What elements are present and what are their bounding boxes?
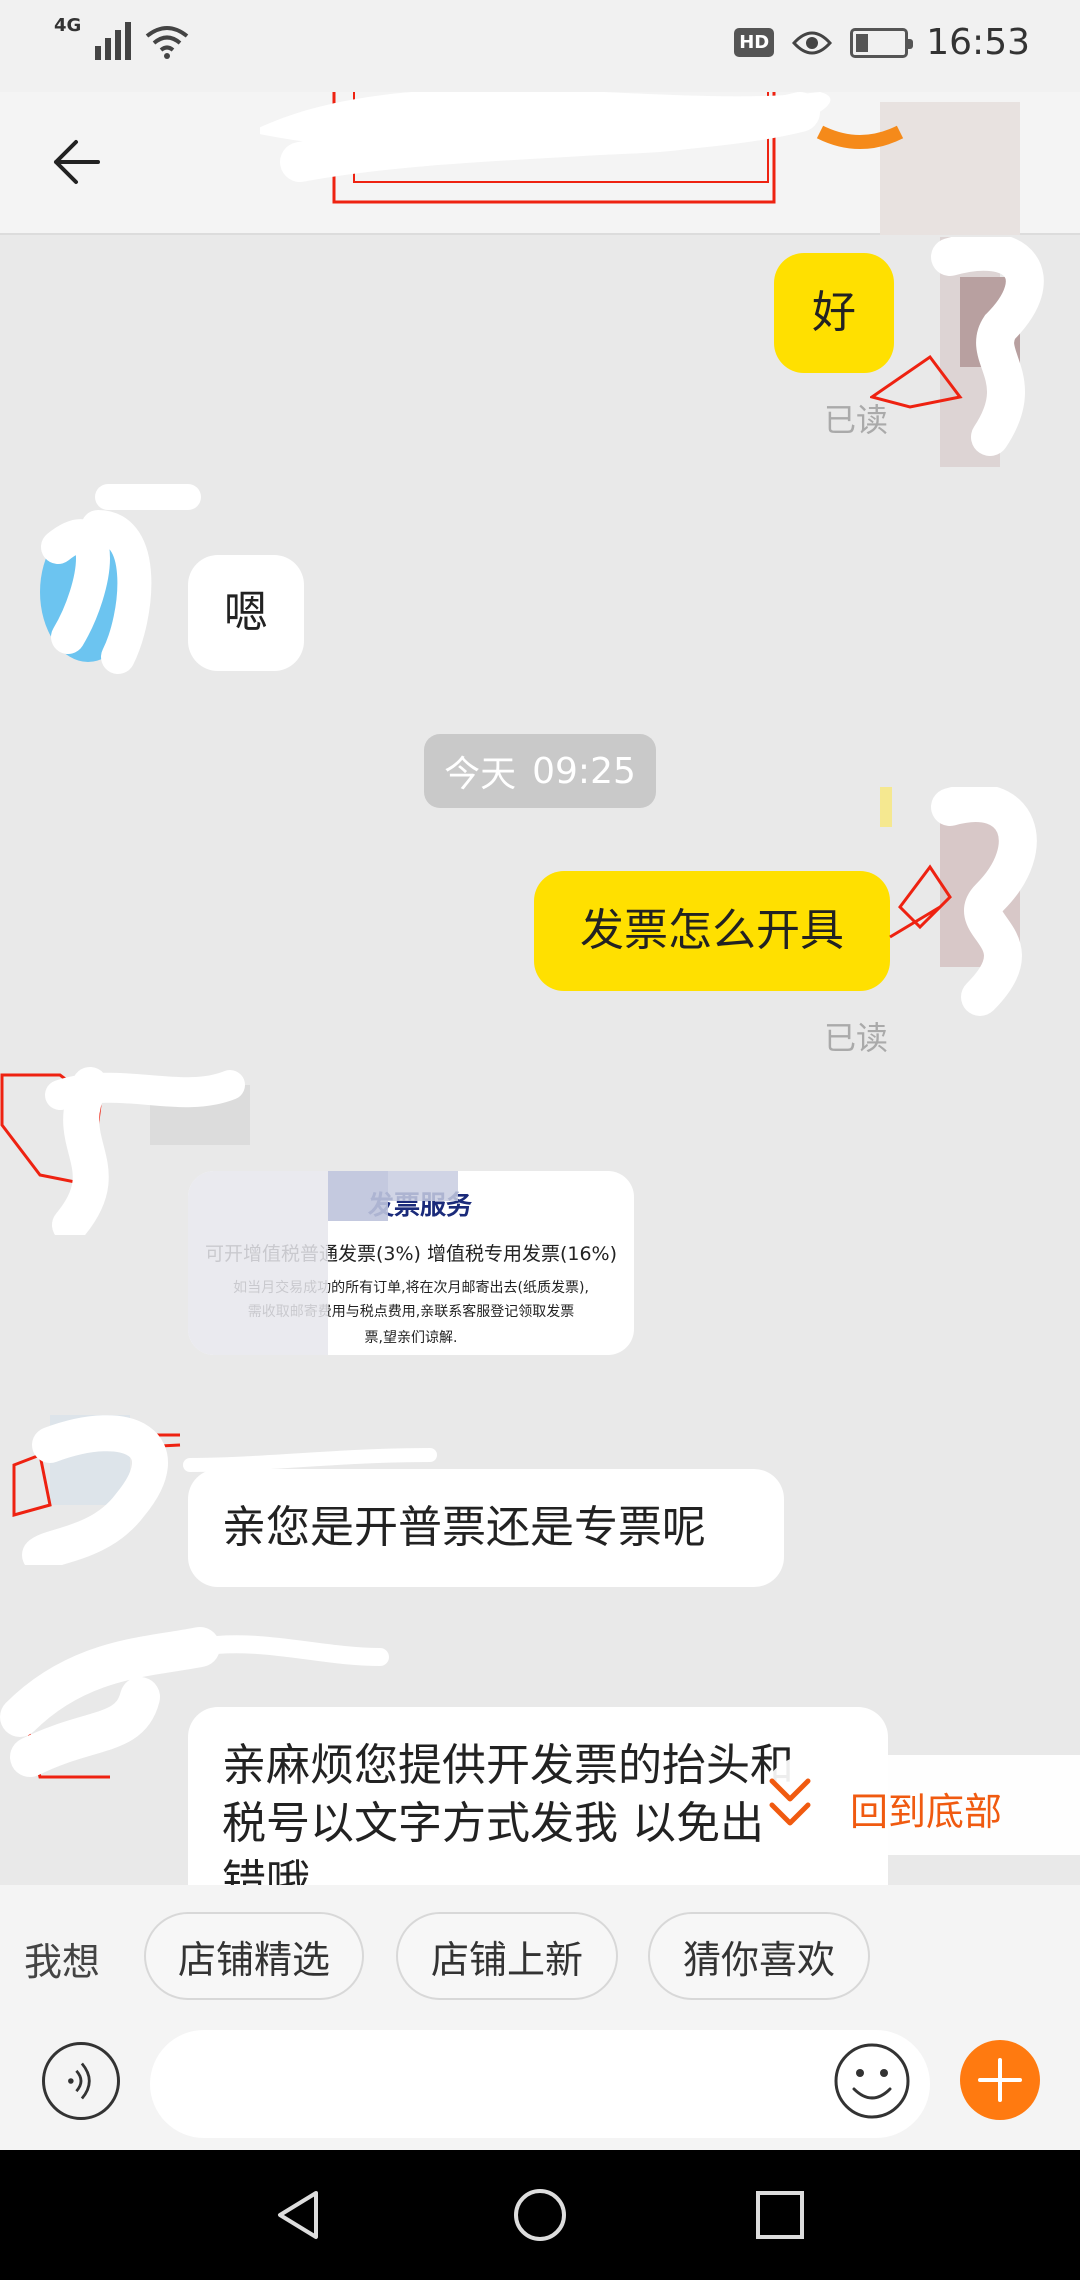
redaction-blur xyxy=(388,1171,458,1201)
redaction-blur xyxy=(328,1171,388,1221)
back-to-bottom-button[interactable]: 回到底部 xyxy=(760,1755,1080,1855)
date-divider: 今天 09:25 xyxy=(424,734,656,808)
eye-icon xyxy=(792,31,833,54)
nav-home-icon[interactable] xyxy=(510,2185,570,2245)
status-bar: 4G HD 16:53 xyxy=(0,0,1080,92)
wifi-icon xyxy=(146,26,189,59)
message-input-bar xyxy=(0,2025,1080,2150)
nav-recents-icon[interactable] xyxy=(750,2185,810,2245)
double-chevron-down-icon xyxy=(769,1778,811,1826)
plus-icon[interactable] xyxy=(960,2040,1040,2120)
chip-guess-you-like[interactable]: 猜你喜欢 xyxy=(648,1912,870,2000)
chip-shop-new[interactable]: 店铺上新 xyxy=(396,1912,618,2000)
chip-shop-picks[interactable]: 店铺精选 xyxy=(144,1912,364,2000)
message-text: 发票怎么开具 xyxy=(580,905,844,956)
chat-header xyxy=(0,92,1080,235)
message-text: 好 xyxy=(812,287,856,338)
shop-message-bubble[interactable]: 嗯 xyxy=(188,555,304,671)
redacted-shop-name xyxy=(260,92,1020,235)
chat-screen: 4G HD 16:53 好 已读 嗯 今天 09:25 发票怎么开具 已读 发票… xyxy=(0,0,1080,2280)
redacted-my-avatar xyxy=(870,237,1044,467)
invoice-image-card[interactable]: 发票服务 可开增值税普通发票(3%) 增值税专用发票(16%) 如当月交易成功的… xyxy=(188,1171,634,1355)
status-left: 4G xyxy=(54,15,189,60)
date-time: 09:25 xyxy=(532,750,636,792)
message-input[interactable] xyxy=(150,2030,930,2138)
status-time: 16:53 xyxy=(926,22,1030,63)
system-nav-bar xyxy=(0,2150,1080,2280)
quick-bar-label: 我想 xyxy=(24,1940,101,1984)
network-type: 4G xyxy=(54,15,82,36)
back-arrow-icon[interactable] xyxy=(48,132,108,192)
emoji-icon[interactable] xyxy=(832,2041,912,2121)
my-message-bubble[interactable]: 发票怎么开具 xyxy=(534,871,890,991)
date-day: 今天 xyxy=(444,754,517,795)
status-right: HD 16:53 xyxy=(734,22,1030,63)
hd-badge: HD xyxy=(734,28,775,57)
signal-icon xyxy=(95,20,132,60)
quick-suggestion-bar: 我想 店铺精选 店铺上新 猜你喜欢 xyxy=(0,1885,1080,2025)
redacted-shop-avatar xyxy=(40,484,201,674)
shop-message-bubble[interactable]: 亲您是开普票还是专票呢 xyxy=(188,1469,784,1587)
message-text: 亲您是开普票还是专票呢 xyxy=(222,1502,706,1553)
nav-back-icon[interactable] xyxy=(270,2185,330,2245)
message-text: 错哦 xyxy=(222,1856,310,1885)
battery-icon xyxy=(850,27,914,58)
chat-area[interactable]: 好 已读 嗯 今天 09:25 发票怎么开具 已读 发票服务 可开增值税普通发票… xyxy=(0,237,1080,1885)
message-text: 嗯 xyxy=(224,587,268,638)
voice-icon[interactable] xyxy=(42,2042,120,2120)
redaction-blur xyxy=(188,1171,328,1355)
redacted-my-avatar xyxy=(880,787,1037,1016)
back-to-bottom-label: 回到底部 xyxy=(850,1790,1003,1834)
